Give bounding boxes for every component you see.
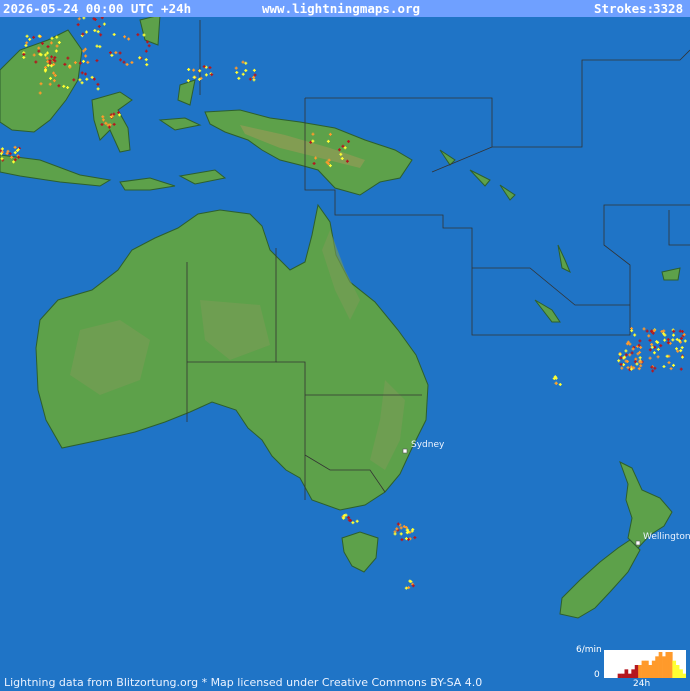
- strokes-label: Strokes:: [594, 1, 655, 16]
- site-link[interactable]: www.lightningmaps.org: [262, 0, 420, 17]
- attribution-text[interactable]: Lightning data from Blitzortung.org * Ma…: [4, 674, 482, 691]
- histogram-max-label: 6/min: [576, 645, 602, 655]
- attribution-bar: Lightning data from Blitzortung.org * Ma…: [0, 674, 690, 691]
- map-canvas[interactable]: Sydney Wellington: [0, 0, 690, 691]
- wellington-marker: [635, 540, 641, 546]
- sydney-label: Sydney: [411, 440, 445, 450]
- strokes-count: 3328: [653, 1, 684, 16]
- wellington-label: Wellington: [643, 532, 690, 542]
- lightning-map-view: Sydney Wellington 2026-05-24 00:00 UTC +…: [0, 0, 690, 691]
- header-bar: 2026-05-24 00:00 UTC +24h www.lightningm…: [0, 0, 690, 17]
- timestamp: 2026-05-24 00:00 UTC +24h: [3, 1, 192, 16]
- sydney-marker: [402, 448, 408, 454]
